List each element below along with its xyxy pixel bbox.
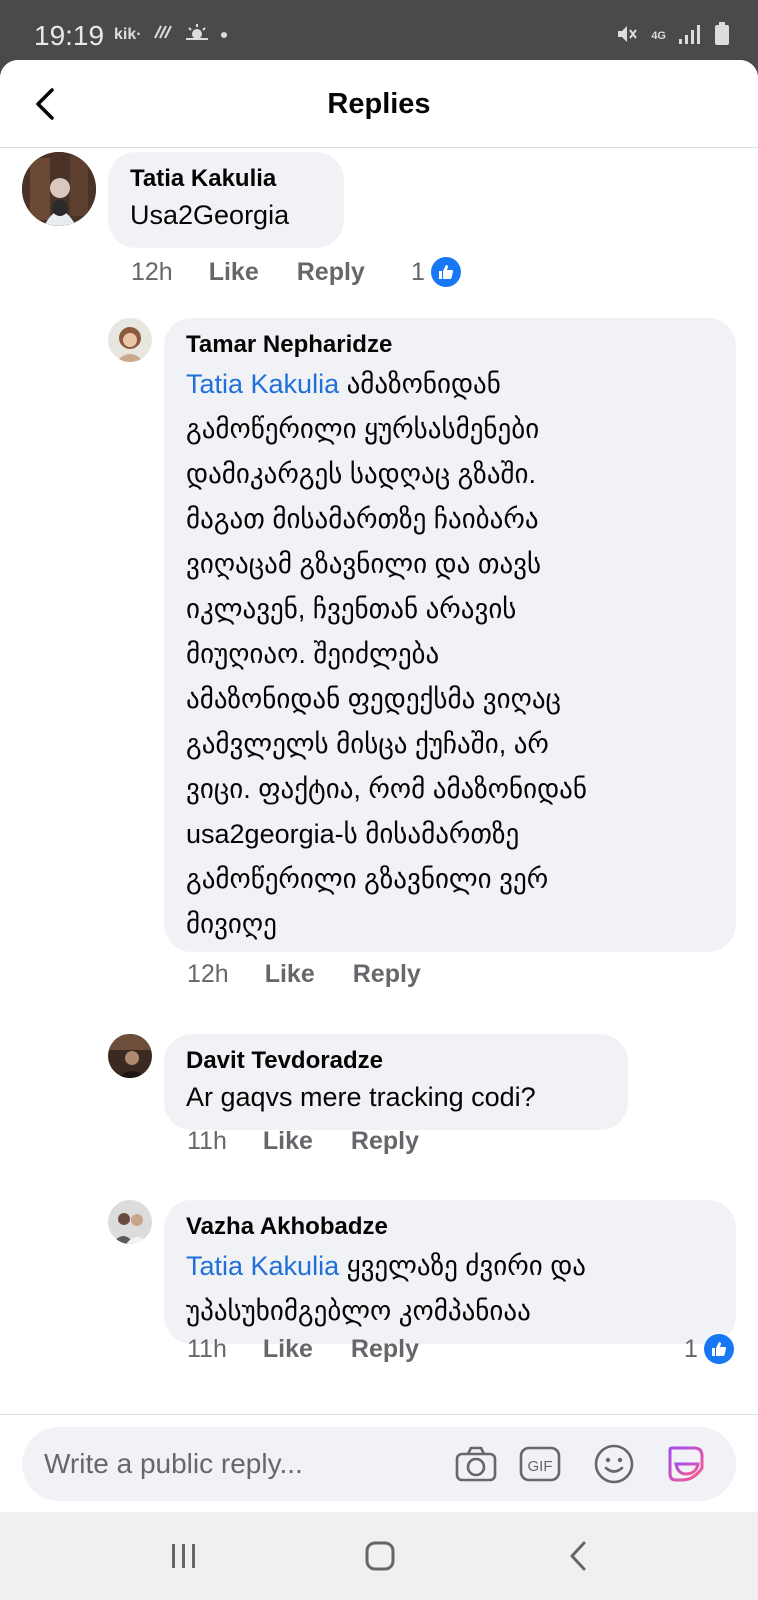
thumbs-up-icon <box>703 1334 734 1364</box>
comment-actions: 11h Like Reply <box>187 1127 457 1156</box>
reaction-count[interactable]: 1 <box>411 257 461 287</box>
back-nav-icon[interactable] <box>556 1536 600 1576</box>
comment-text: Usa2Georgia <box>130 200 290 230</box>
camera-icon[interactable] <box>452 1441 500 1487</box>
comment-text: Tatia Kakulia ყველაზე ძვირი და უპასუხიმგ… <box>186 1251 586 1326</box>
like-button[interactable]: Like <box>265 960 315 989</box>
comment-bubble[interactable]: Tatia Kakulia Usa2Georgia <box>108 152 344 248</box>
reply-composer-area: GIF <box>0 1414 758 1512</box>
mute-icon <box>615 22 639 51</box>
avatar[interactable] <box>108 318 152 362</box>
comment-time[interactable]: 12h <box>131 258 173 287</box>
recent-apps-icon[interactable] <box>162 1536 206 1576</box>
mention-link[interactable]: Tatia Kakulia <box>186 1251 339 1281</box>
comment-text: Tatia Kakulia ამაზონიდან გამოწერილი ყურს… <box>186 369 587 939</box>
system-nav-bar <box>0 1512 758 1600</box>
header: Replies <box>0 60 758 148</box>
comment-time[interactable]: 12h <box>187 960 229 989</box>
reply-button[interactable]: Reply <box>351 1127 419 1156</box>
avatar[interactable] <box>22 152 96 226</box>
tv-signal-icon <box>152 22 174 47</box>
comment-time[interactable]: 11h <box>187 1335 227 1364</box>
reaction-count-value: 1 <box>684 1334 698 1363</box>
reply-button[interactable]: Reply <box>297 258 365 287</box>
page-title: Replies <box>327 88 431 120</box>
status-left-icons: kik· <box>114 22 228 47</box>
battery-icon <box>714 22 730 51</box>
avatar[interactable] <box>108 1200 152 1244</box>
comment-author[interactable]: Davit Tevdoradze <box>186 1046 606 1076</box>
svg-text:GIF: GIF <box>528 1458 553 1475</box>
avatar[interactable] <box>108 1034 152 1078</box>
comment-time[interactable]: 11h <box>187 1127 227 1156</box>
comment-actions: 12h Like Reply <box>131 258 403 287</box>
like-button[interactable]: Like <box>263 1335 313 1364</box>
comment-author[interactable]: Tatia Kakulia <box>130 164 322 194</box>
mention-link[interactable]: Tatia Kakulia <box>186 369 339 399</box>
comment-bubble[interactable]: Tamar Nepharidze Tatia Kakulia ამაზონიდა… <box>164 318 736 952</box>
reply-input[interactable] <box>44 1445 444 1483</box>
emoji-icon[interactable] <box>590 1441 638 1487</box>
like-button[interactable]: Like <box>263 1127 313 1156</box>
kik-icon: kik· <box>114 25 142 43</box>
status-time: 19:19 <box>34 20 105 51</box>
comment-actions: 11h Like Reply <box>187 1335 457 1364</box>
comment-bubble[interactable]: Davit Tevdoradze Ar gaqvs mere tracking … <box>164 1034 628 1130</box>
dot-icon <box>220 26 228 44</box>
comment-text: Ar gaqvs mere tracking codi? <box>186 1082 536 1112</box>
reply-button[interactable]: Reply <box>353 960 421 989</box>
gif-icon[interactable]: GIF <box>516 1441 564 1487</box>
thumbs-up-icon <box>430 257 461 287</box>
comment-author[interactable]: Vazha Akhobadze <box>186 1212 714 1242</box>
sticker-icon[interactable] <box>662 1441 710 1487</box>
comment-author[interactable]: Tamar Nepharidze <box>186 330 714 360</box>
reaction-count[interactable]: 1 <box>684 1334 734 1364</box>
home-icon[interactable] <box>358 1536 402 1576</box>
weather-icon <box>184 22 210 47</box>
status-right-icons: 4G <box>615 22 730 51</box>
like-button[interactable]: Like <box>209 258 259 287</box>
reply-button[interactable]: Reply <box>351 1335 419 1364</box>
comment-bubble[interactable]: Vazha Akhobadze Tatia Kakulia ყველაზე ძვ… <box>164 1200 736 1344</box>
4g-icon: 4G <box>651 30 666 42</box>
comment-actions: 12h Like Reply <box>187 960 459 989</box>
replies-sheet: Replies Tatia Kakulia Usa2Georgia 12h Li… <box>0 60 758 1512</box>
reply-composer: GIF <box>22 1427 736 1501</box>
signal-icon <box>678 23 702 50</box>
reaction-count-value: 1 <box>411 257 425 286</box>
